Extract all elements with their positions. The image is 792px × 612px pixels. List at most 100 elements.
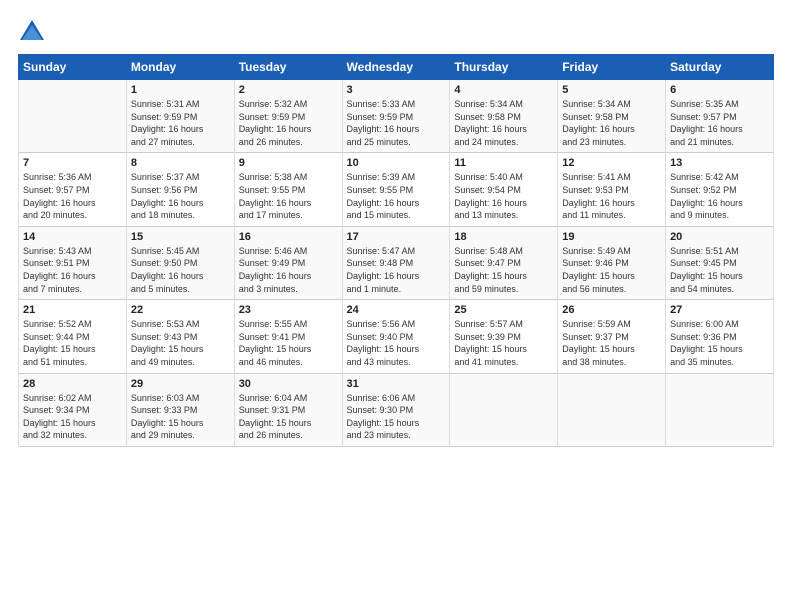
- cell-info: Sunrise: 5:45 AM Sunset: 9:50 PM Dayligh…: [131, 245, 230, 295]
- day-number: 28: [23, 378, 122, 390]
- calendar-cell: 12 Sunrise: 5:41 AM Sunset: 9:53 PM Dayli…: [558, 153, 666, 226]
- day-number: 19: [562, 231, 661, 243]
- day-number: 21: [23, 304, 122, 316]
- calendar-cell: 30 Sunrise: 6:04 AM Sunset: 9:31 PM Dayli…: [234, 373, 342, 446]
- cell-info: Sunrise: 6:02 AM Sunset: 9:34 PM Dayligh…: [23, 392, 122, 442]
- calendar-cell: 11 Sunrise: 5:40 AM Sunset: 9:54 PM Dayli…: [450, 153, 558, 226]
- cell-info: Sunrise: 5:36 AM Sunset: 9:57 PM Dayligh…: [23, 171, 122, 221]
- day-number: 16: [239, 231, 338, 243]
- cell-info: Sunrise: 5:34 AM Sunset: 9:58 PM Dayligh…: [454, 98, 553, 148]
- logo: [18, 18, 50, 46]
- cell-info: Sunrise: 5:33 AM Sunset: 9:59 PM Dayligh…: [347, 98, 446, 148]
- day-number: 14: [23, 231, 122, 243]
- day-number: 1: [131, 84, 230, 96]
- cell-info: Sunrise: 6:00 AM Sunset: 9:36 PM Dayligh…: [670, 318, 769, 368]
- calendar-cell: 4Sunrise: 5:34 AM Sunset: 9:58 PM Daylig…: [450, 80, 558, 153]
- header-cell-friday: Friday: [558, 55, 666, 80]
- day-number: 5: [562, 84, 661, 96]
- cell-info: Sunrise: 5:34 AM Sunset: 9:58 PM Dayligh…: [562, 98, 661, 148]
- day-number: 30: [239, 378, 338, 390]
- calendar-cell: 21 Sunrise: 5:52 AM Sunset: 9:44 PM Dayli…: [19, 300, 127, 373]
- cell-info: Sunrise: 5:59 AM Sunset: 9:37 PM Dayligh…: [562, 318, 661, 368]
- day-number: 25: [454, 304, 553, 316]
- cell-info: Sunrise: 5:32 AM Sunset: 9:59 PM Dayligh…: [239, 98, 338, 148]
- calendar-cell: [450, 373, 558, 446]
- day-number: 12: [562, 157, 661, 169]
- week-row-4: 21 Sunrise: 5:52 AM Sunset: 9:44 PM Dayli…: [19, 300, 774, 373]
- day-number: 10: [347, 157, 446, 169]
- cell-info: Sunrise: 5:46 AM Sunset: 9:49 PM Dayligh…: [239, 245, 338, 295]
- calendar-cell: [666, 373, 774, 446]
- calendar-cell: 6 Sunrise: 5:35 AM Sunset: 9:57 PM Daylig…: [666, 80, 774, 153]
- calendar-cell: [19, 80, 127, 153]
- day-number: 22: [131, 304, 230, 316]
- cell-info: Sunrise: 5:35 AM Sunset: 9:57 PM Dayligh…: [670, 98, 769, 148]
- calendar-cell: 23Sunrise: 5:55 AM Sunset: 9:41 PM Dayli…: [234, 300, 342, 373]
- day-number: 2: [239, 84, 338, 96]
- calendar-cell: 2 Sunrise: 5:32 AM Sunset: 9:59 PM Daylig…: [234, 80, 342, 153]
- calendar-cell: 8 Sunrise: 5:37 AM Sunset: 9:56 PM Daylig…: [126, 153, 234, 226]
- header-cell-monday: Monday: [126, 55, 234, 80]
- calendar-cell: 5 Sunrise: 5:34 AM Sunset: 9:58 PM Daylig…: [558, 80, 666, 153]
- day-number: 20: [670, 231, 769, 243]
- week-row-1: 1 Sunrise: 5:31 AM Sunset: 9:59 PM Daylig…: [19, 80, 774, 153]
- calendar-cell: 7 Sunrise: 5:36 AM Sunset: 9:57 PM Daylig…: [19, 153, 127, 226]
- week-row-5: 28 Sunrise: 6:02 AM Sunset: 9:34 PM Dayli…: [19, 373, 774, 446]
- day-number: 29: [131, 378, 230, 390]
- day-number: 7: [23, 157, 122, 169]
- header-cell-wednesday: Wednesday: [342, 55, 450, 80]
- cell-info: Sunrise: 5:38 AM Sunset: 9:55 PM Dayligh…: [239, 171, 338, 221]
- cell-info: Sunrise: 5:37 AM Sunset: 9:56 PM Dayligh…: [131, 171, 230, 221]
- calendar-cell: 13Sunrise: 5:42 AM Sunset: 9:52 PM Dayli…: [666, 153, 774, 226]
- header-cell-tuesday: Tuesday: [234, 55, 342, 80]
- cell-info: Sunrise: 5:31 AM Sunset: 9:59 PM Dayligh…: [131, 98, 230, 148]
- day-number: 24: [347, 304, 446, 316]
- day-number: 15: [131, 231, 230, 243]
- calendar-cell: 20 Sunrise: 5:51 AM Sunset: 9:45 PM Dayli…: [666, 226, 774, 299]
- calendar-cell: 16 Sunrise: 5:46 AM Sunset: 9:49 PM Dayli…: [234, 226, 342, 299]
- header-cell-sunday: Sunday: [19, 55, 127, 80]
- day-number: 6: [670, 84, 769, 96]
- cell-info: Sunrise: 5:48 AM Sunset: 9:47 PM Dayligh…: [454, 245, 553, 295]
- cell-info: Sunrise: 6:04 AM Sunset: 9:31 PM Dayligh…: [239, 392, 338, 442]
- day-number: 9: [239, 157, 338, 169]
- cell-info: Sunrise: 6:03 AM Sunset: 9:33 PM Dayligh…: [131, 392, 230, 442]
- week-row-2: 7 Sunrise: 5:36 AM Sunset: 9:57 PM Daylig…: [19, 153, 774, 226]
- calendar-cell: 18 Sunrise: 5:48 AM Sunset: 9:47 PM Dayli…: [450, 226, 558, 299]
- calendar-cell: 3 Sunrise: 5:33 AM Sunset: 9:59 PM Daylig…: [342, 80, 450, 153]
- cell-info: Sunrise: 6:06 AM Sunset: 9:30 PM Dayligh…: [347, 392, 446, 442]
- day-number: 11: [454, 157, 553, 169]
- day-number: 27: [670, 304, 769, 316]
- logo-icon: [18, 18, 46, 46]
- calendar-cell: 9 Sunrise: 5:38 AM Sunset: 9:55 PM Daylig…: [234, 153, 342, 226]
- page: SundayMondayTuesdayWednesdayThursdayFrid…: [0, 0, 792, 612]
- cell-info: Sunrise: 5:42 AM Sunset: 9:52 PM Dayligh…: [670, 171, 769, 221]
- cell-info: Sunrise: 5:39 AM Sunset: 9:55 PM Dayligh…: [347, 171, 446, 221]
- calendar-cell: 17Sunrise: 5:47 AM Sunset: 9:48 PM Dayli…: [342, 226, 450, 299]
- calendar-cell: 24 Sunrise: 5:56 AM Sunset: 9:40 PM Dayli…: [342, 300, 450, 373]
- calendar-cell: [558, 373, 666, 446]
- header-cell-saturday: Saturday: [666, 55, 774, 80]
- cell-info: Sunrise: 5:53 AM Sunset: 9:43 PM Dayligh…: [131, 318, 230, 368]
- cell-info: Sunrise: 5:40 AM Sunset: 9:54 PM Dayligh…: [454, 171, 553, 221]
- cell-info: Sunrise: 5:41 AM Sunset: 9:53 PM Dayligh…: [562, 171, 661, 221]
- cell-info: Sunrise: 5:52 AM Sunset: 9:44 PM Dayligh…: [23, 318, 122, 368]
- day-number: 8: [131, 157, 230, 169]
- cell-info: Sunrise: 5:56 AM Sunset: 9:40 PM Dayligh…: [347, 318, 446, 368]
- header-row: SundayMondayTuesdayWednesdayThursdayFrid…: [19, 55, 774, 80]
- cell-info: Sunrise: 5:55 AM Sunset: 9:41 PM Dayligh…: [239, 318, 338, 368]
- calendar-cell: 22 Sunrise: 5:53 AM Sunset: 9:43 PM Dayli…: [126, 300, 234, 373]
- cell-info: Sunrise: 5:43 AM Sunset: 9:51 PM Dayligh…: [23, 245, 122, 295]
- day-number: 17: [347, 231, 446, 243]
- cell-info: Sunrise: 5:49 AM Sunset: 9:46 PM Dayligh…: [562, 245, 661, 295]
- header: [18, 18, 774, 46]
- calendar-cell: 28 Sunrise: 6:02 AM Sunset: 9:34 PM Dayli…: [19, 373, 127, 446]
- day-number: 3: [347, 84, 446, 96]
- calendar-cell: 29 Sunrise: 6:03 AM Sunset: 9:33 PM Dayli…: [126, 373, 234, 446]
- day-number: 18: [454, 231, 553, 243]
- calendar-cell: 15 Sunrise: 5:45 AM Sunset: 9:50 PM Dayli…: [126, 226, 234, 299]
- day-number: 31: [347, 378, 446, 390]
- week-row-3: 14 Sunrise: 5:43 AM Sunset: 9:51 PM Dayli…: [19, 226, 774, 299]
- cell-info: Sunrise: 5:51 AM Sunset: 9:45 PM Dayligh…: [670, 245, 769, 295]
- cell-info: Sunrise: 5:57 AM Sunset: 9:39 PM Dayligh…: [454, 318, 553, 368]
